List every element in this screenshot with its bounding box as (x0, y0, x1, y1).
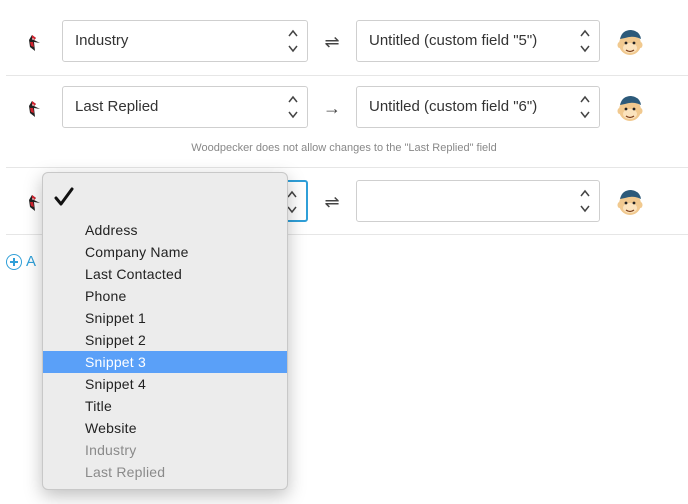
mailchimp-field-select[interactable]: Untitled (custom field "6") (356, 86, 600, 128)
select-value: Untitled (custom field "5") (369, 32, 538, 49)
dropdown-option[interactable]: Last Contacted (43, 263, 287, 285)
add-field-label: A (26, 253, 37, 270)
dropdown-option[interactable]: Company Name (43, 241, 287, 263)
right-arrow-icon: → (323, 98, 341, 118)
dropdown-option-disabled: Last Replied (85, 464, 166, 480)
woodpecker-icon (29, 101, 40, 117)
woodpecker-icon (29, 195, 40, 211)
mailchimp-field-select[interactable] (356, 180, 600, 222)
dropdown-option-disabled: Industry (85, 442, 137, 458)
select-arrows-icon (579, 188, 591, 214)
dropdown-option[interactable]: Phone (43, 285, 287, 307)
last-replied-note: Woodpecker does not allow changes to the… (191, 142, 497, 154)
field-dropdown-menu[interactable]: Address Company Name Last Contacted Phon… (42, 172, 288, 490)
select-arrows-icon (579, 28, 591, 54)
checkmark-icon (54, 187, 74, 206)
mailchimp-icon (617, 96, 643, 121)
dropdown-option[interactable]: Website (43, 417, 287, 439)
bidirectional-arrow-icon: ⇌ (324, 32, 340, 52)
dropdown-options: Address Company Name Last Contacted Phon… (43, 219, 287, 483)
select-arrows-icon (579, 94, 591, 120)
dropdown-option-highlighted[interactable]: Snippet 3 (43, 351, 287, 373)
mailchimp-icon (617, 30, 643, 55)
bidirectional-arrow-icon: ⇌ (324, 192, 340, 212)
mapping-row-2: Last Replied → Untitled (custom field "6… (0, 76, 688, 168)
select-value: Industry (75, 32, 129, 49)
select-arrows-icon (287, 28, 299, 54)
select-value: Untitled (custom field "6") (369, 98, 538, 115)
dropdown-option[interactable]: Title (43, 395, 287, 417)
select-value: Last Replied (75, 98, 159, 115)
woodpecker-icon (29, 35, 40, 51)
dropdown-option[interactable]: Snippet 1 (43, 307, 287, 329)
woodpecker-field-select[interactable]: Last Replied (62, 86, 308, 128)
mapping-row-1: Industry ⇌ Untitled (custom field "5") (0, 0, 688, 76)
dropdown-option[interactable]: Snippet 4 (43, 373, 287, 395)
dropdown-option[interactable]: Address (43, 219, 287, 241)
mailchimp-field-select[interactable]: Untitled (custom field "5") (356, 20, 600, 62)
select-arrows-icon (287, 94, 299, 120)
mailchimp-icon (617, 190, 643, 215)
dropdown-option[interactable]: Snippet 2 (43, 329, 287, 351)
woodpecker-field-select[interactable]: Industry (62, 20, 308, 62)
plus-circle-icon (6, 254, 22, 270)
